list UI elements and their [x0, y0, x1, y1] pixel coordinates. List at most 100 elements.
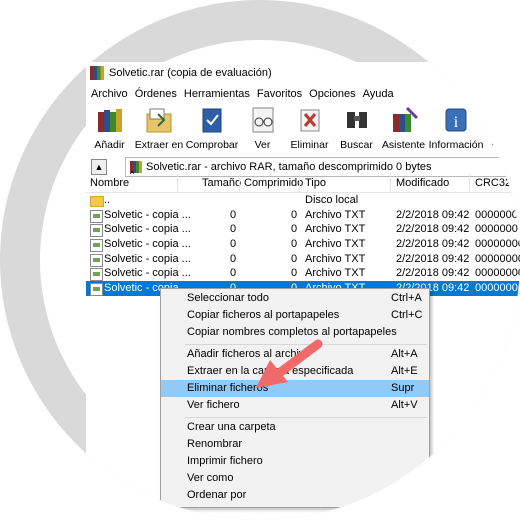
- table-row[interactable]: Solvetic - copia ... 0 0 Archivo TXT 2/2…: [86, 237, 520, 253]
- menu-item-view-file[interactable]: Ver fichero Alt+V: [161, 397, 429, 414]
- svg-text:i: i: [454, 114, 459, 131]
- menu-item-view-as[interactable]: Ver como: [161, 470, 429, 487]
- row-name: Solvetic - copia ...: [104, 223, 191, 236]
- col-separator[interactable]: [390, 174, 391, 192]
- row-name: ..: [104, 194, 111, 206]
- table-row[interactable]: Solvetic - copia ... 0 0 Archivo TXT 2/2…: [86, 222, 520, 238]
- truncated-button[interactable]: E: [485, 104, 505, 154]
- wizard-button[interactable]: Asistente: [380, 104, 427, 154]
- delete-label: Eliminar: [290, 139, 329, 151]
- text-file-icon: [90, 209, 103, 223]
- add-button[interactable]: Añadir: [86, 104, 133, 154]
- row-size: 0: [230, 267, 237, 280]
- menu-herramientas[interactable]: Herramientas: [184, 88, 250, 100]
- col-separator[interactable]: [239, 174, 240, 192]
- menu-archivo[interactable]: Archivo: [91, 88, 128, 100]
- menu-item-extract-to[interactable]: Extraer en la carpeta especificada Alt+E: [161, 363, 429, 380]
- col-size[interactable]: Tamaño: [202, 177, 241, 189]
- col-separator[interactable]: [299, 174, 300, 192]
- find-label: Buscar: [340, 139, 373, 151]
- menu-ordenes[interactable]: Órdenes: [135, 88, 177, 100]
- test-button[interactable]: Comprobar: [185, 104, 239, 154]
- test-label: Comprobar: [185, 139, 239, 151]
- col-modified[interactable]: Modificado: [396, 177, 449, 189]
- menu-item-label: Imprimir fichero: [187, 455, 263, 467]
- info-icon: i: [445, 108, 467, 132]
- menu-separator: [185, 417, 427, 418]
- col-separator[interactable]: [469, 174, 470, 192]
- menu-item-add-files[interactable]: Añadir ficheros al archivo Alt+A: [161, 346, 429, 363]
- menu-item-create-folder[interactable]: Crear una carpeta: [161, 419, 429, 436]
- row-crc: 00000000: [475, 238, 520, 251]
- text-file-icon: [90, 224, 103, 238]
- row-name: Solvetic - copia ...: [104, 252, 191, 265]
- test-book-icon: [202, 108, 222, 133]
- wizard-label: Asistente: [381, 139, 426, 151]
- menu-opciones[interactable]: Opciones: [309, 88, 355, 100]
- menu-item-shortcut: Alt+E: [391, 365, 418, 377]
- table-row[interactable]: Solvetic - copia ... 0 0 Archivo TXT 2/2…: [86, 266, 520, 282]
- menu-item-label: Copiar ficheros al portapapeles: [187, 309, 340, 321]
- menu-item-shortcut: Ctrl+A: [391, 292, 422, 304]
- view-label: Ver: [254, 139, 271, 151]
- column-header: Nombre ^ Tamaño Comprimido Tipo Modifica…: [86, 169, 520, 193]
- menu-item-label: Crear una carpeta: [187, 421, 276, 433]
- winrar-app-icon: [90, 66, 104, 80]
- menu-item-rename[interactable]: Renombrar: [161, 436, 429, 453]
- menu-item-copy-files[interactable]: Copiar ficheros al portapapeles Ctrl+C: [161, 307, 429, 324]
- row-packed: 0: [291, 252, 298, 265]
- menu-bar: Archivo Órdenes Herramientas Favoritos O…: [86, 84, 520, 104]
- up-folder-button[interactable]: ▲: [91, 159, 107, 175]
- menu-item-select-all[interactable]: Seleccionar todo Ctrl+A: [161, 290, 429, 307]
- table-row[interactable]: Solvetic - copia ... 0 0 Archivo TXT 2/2…: [86, 252, 520, 267]
- truncated-label: E: [491, 136, 499, 148]
- menu-ayuda[interactable]: Ayuda: [363, 88, 394, 100]
- menu-item-print-file[interactable]: Imprimir fichero: [161, 453, 429, 470]
- delete-button[interactable]: Eliminar: [286, 104, 333, 154]
- menu-item-shortcut: Alt+V: [391, 399, 418, 411]
- wizard-icon: [392, 106, 418, 132]
- row-name: Solvetic - copia ...: [104, 238, 191, 251]
- row-modified: 2/2/2018 09:42: [396, 223, 470, 236]
- row-type: Archivo TXT: [305, 252, 366, 265]
- menu-item-label: Ver fichero: [187, 399, 240, 411]
- context-menu: Seleccionar todo Ctrl+A Copiar ficheros …: [160, 288, 430, 508]
- row-crc: 00000000: [475, 252, 520, 265]
- col-type[interactable]: Tipo: [305, 177, 326, 189]
- row-packed: 0: [291, 223, 298, 236]
- text-file-icon: [90, 253, 103, 267]
- row-type: Archivo TXT: [305, 238, 366, 251]
- row-name: Solvetic - copia ...: [104, 267, 191, 280]
- row-type: Disco local: [305, 194, 359, 206]
- col-packed[interactable]: Comprimido: [244, 177, 303, 189]
- info-button[interactable]: i Información: [427, 104, 485, 154]
- row-name: Solvetic - copia ...: [104, 208, 191, 221]
- col-crc[interactable]: CRC32: [475, 177, 511, 189]
- menu-item-sort-by[interactable]: Ordenar por: [161, 487, 429, 504]
- row-size: 0: [230, 252, 237, 265]
- menu-item-label: Seleccionar todo: [187, 292, 269, 304]
- menu-item-delete-files[interactable]: Eliminar ficheros Supr: [161, 380, 429, 397]
- delete-icon: [300, 109, 319, 132]
- text-file-icon: [90, 268, 103, 282]
- menu-item-shortcut: Alt+A: [391, 348, 418, 360]
- find-button[interactable]: Buscar: [333, 104, 380, 154]
- menu-item-label: Extraer en la carpeta especificada: [187, 365, 354, 377]
- col-name[interactable]: Nombre: [90, 177, 129, 189]
- add-label: Añadir: [94, 139, 125, 151]
- menu-item-shortcut: Supr: [391, 382, 415, 394]
- row-packed: 0: [291, 267, 298, 280]
- row-crc: 00000000: [475, 208, 520, 221]
- table-row[interactable]: Solvetic - copia ... 0 0 Archivo TXT 2/2…: [86, 208, 520, 223]
- menu-item-shortcut: Ctrl+C: [391, 309, 423, 321]
- col-separator[interactable]: [177, 174, 178, 192]
- info-label: Información: [428, 139, 484, 151]
- table-row[interactable]: .. Disco local: [86, 193, 520, 208]
- menu-separator: [185, 344, 427, 345]
- row-crc: 00000000: [475, 223, 520, 236]
- row-crc: 00000000: [475, 267, 520, 280]
- extract-button[interactable]: Extraer en: [133, 104, 185, 154]
- view-button[interactable]: Ver: [239, 104, 286, 154]
- menu-item-copy-full-names[interactable]: Copiar nombres completos al portapapeles: [161, 324, 429, 341]
- menu-favoritos[interactable]: Favoritos: [257, 88, 302, 100]
